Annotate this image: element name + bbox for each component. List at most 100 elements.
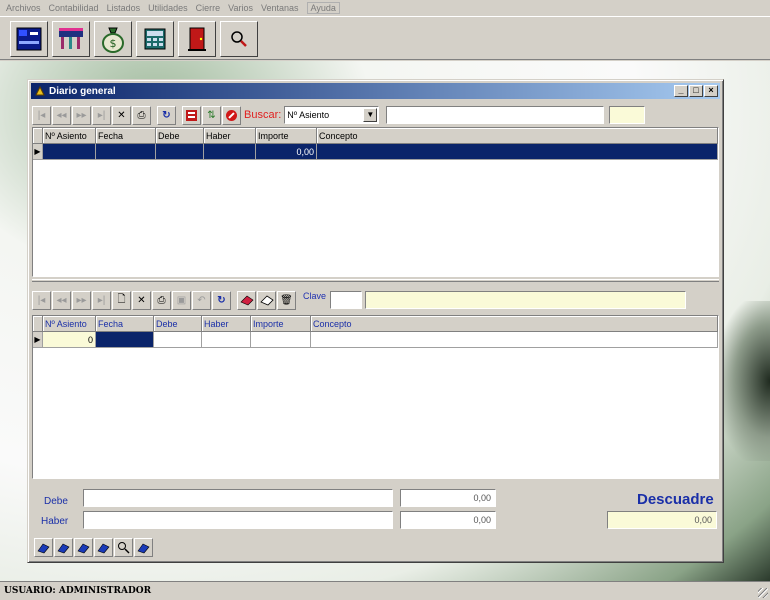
undo-icon: ↶ bbox=[197, 294, 206, 306]
detail-next-button[interactable]: ▸▸ bbox=[72, 290, 91, 310]
cell-concepto[interactable] bbox=[317, 144, 718, 160]
trash-button[interactable]: 🗑 bbox=[277, 290, 296, 310]
col-asiento[interactable]: Nº Asiento bbox=[43, 128, 96, 144]
splitter[interactable] bbox=[32, 279, 719, 282]
tool-button-2[interactable] bbox=[54, 538, 73, 557]
menu-cierre[interactable]: Cierre bbox=[196, 3, 221, 13]
stop-icon bbox=[226, 109, 237, 121]
menu-archivos[interactable]: Archivos bbox=[6, 3, 41, 13]
col-asiento[interactable]: Nº Asiento bbox=[43, 316, 96, 332]
detail-grid: Nº Asiento Fecha Debe Haber Importe Conc… bbox=[32, 315, 719, 479]
refresh-button[interactable]: ↻ bbox=[157, 105, 176, 125]
last-icon: ▸| bbox=[97, 294, 106, 306]
debe-total-field[interactable]: 0,00 bbox=[400, 489, 496, 507]
detail-delete-button[interactable]: ✕ bbox=[132, 290, 151, 310]
delete-x-icon: ✕ bbox=[137, 294, 146, 306]
prior-record-button[interactable]: ◂◂ bbox=[52, 105, 71, 125]
detail-refresh-button[interactable]: ↻ bbox=[212, 290, 231, 310]
menu-ayuda[interactable]: Ayuda bbox=[306, 2, 340, 14]
key-description-input[interactable] bbox=[365, 291, 687, 309]
debe-account-field[interactable] bbox=[83, 489, 393, 507]
dropdown-arrow-icon[interactable]: ▼ bbox=[363, 108, 378, 122]
cell-debe[interactable] bbox=[156, 144, 204, 160]
cell-haber[interactable] bbox=[202, 332, 251, 348]
search-input[interactable] bbox=[386, 106, 605, 124]
accounts-button[interactable] bbox=[10, 20, 48, 57]
menu-ventanas[interactable]: Ventanas bbox=[261, 3, 299, 13]
print-button[interactable]: ⎙ bbox=[132, 105, 151, 125]
exit-button[interactable] bbox=[178, 20, 216, 57]
cell-haber[interactable] bbox=[204, 144, 256, 160]
sort-button[interactable]: ⇅ bbox=[202, 105, 221, 125]
detail-indicator-column bbox=[33, 316, 43, 332]
tool-button-1[interactable] bbox=[34, 538, 53, 557]
clear-button[interactable] bbox=[257, 290, 276, 310]
menu-contabilidad[interactable]: Contabilidad bbox=[49, 3, 99, 13]
cell-importe[interactable] bbox=[251, 332, 311, 348]
eraser-button[interactable] bbox=[237, 290, 256, 310]
detail-last-button[interactable]: ▸| bbox=[92, 290, 111, 310]
descuadre-field[interactable]: 0,00 bbox=[607, 511, 717, 529]
status-user: USUARIO: ADMINISTRADOR bbox=[4, 586, 152, 596]
report-button[interactable] bbox=[182, 105, 201, 125]
table-row[interactable]: ▶ 0 bbox=[33, 332, 718, 348]
tool-button-3[interactable] bbox=[74, 538, 93, 557]
col-concepto[interactable]: Concepto bbox=[311, 316, 718, 332]
key-input[interactable] bbox=[330, 291, 363, 309]
window-titlebar[interactable]: Diario general _ □ × bbox=[31, 83, 720, 99]
cell-asiento[interactable]: 0 bbox=[43, 332, 96, 348]
edit-pen-icon bbox=[37, 543, 50, 553]
cell-asiento[interactable] bbox=[43, 144, 96, 160]
menu-listados[interactable]: Listados bbox=[107, 3, 141, 13]
tool-search-button[interactable] bbox=[114, 538, 133, 557]
refresh-icon: ↻ bbox=[162, 109, 171, 121]
cell-debe[interactable] bbox=[154, 332, 202, 348]
col-concepto[interactable]: Concepto bbox=[317, 128, 718, 144]
col-debe[interactable]: Debe bbox=[156, 128, 204, 144]
next-record-button[interactable]: ▸▸ bbox=[72, 105, 91, 125]
calculator-button[interactable] bbox=[136, 20, 174, 57]
haber-account-field[interactable] bbox=[83, 511, 393, 529]
key-label: Clave bbox=[303, 291, 327, 301]
search-field-select[interactable]: Nº Asiento ▼ bbox=[284, 106, 380, 124]
col-importe[interactable]: Importe bbox=[251, 316, 311, 332]
detail-prior-button[interactable]: ◂◂ bbox=[52, 290, 71, 310]
detail-save-button[interactable]: ▣ bbox=[172, 290, 191, 310]
close-button[interactable]: × bbox=[704, 85, 718, 97]
search-extra-input[interactable] bbox=[609, 106, 646, 124]
col-importe[interactable]: Importe bbox=[256, 128, 317, 144]
menu-varios[interactable]: Varios bbox=[228, 3, 253, 13]
haber-total-field[interactable]: 0,00 bbox=[400, 511, 496, 529]
cell-importe[interactable]: 0,00 bbox=[256, 144, 317, 160]
cell-fecha[interactable] bbox=[96, 332, 154, 348]
accounts-icon bbox=[16, 27, 42, 50]
col-fecha[interactable]: Fecha bbox=[96, 316, 154, 332]
trash-icon: 🗑 bbox=[280, 294, 293, 306]
cell-fecha[interactable] bbox=[96, 144, 156, 160]
col-fecha[interactable]: Fecha bbox=[96, 128, 156, 144]
tool-button-5[interactable] bbox=[134, 538, 153, 557]
col-debe[interactable]: Debe bbox=[154, 316, 202, 332]
col-haber[interactable]: Haber bbox=[204, 128, 256, 144]
delete-record-button[interactable]: ✕ bbox=[112, 105, 131, 125]
last-record-button[interactable]: ▸| bbox=[92, 105, 111, 125]
tool-button-4[interactable] bbox=[94, 538, 113, 557]
col-haber[interactable]: Haber bbox=[202, 316, 251, 332]
cell-concepto[interactable] bbox=[311, 332, 718, 348]
row-pointer-icon: ▶ bbox=[33, 144, 43, 160]
detail-undo-button[interactable]: ↶ bbox=[192, 290, 211, 310]
detail-navigator: |◂ ◂◂ ▸▸ ▸| 🗋 ✕ ⎙ ▣ ↶ ↻ 🗑 Clave bbox=[32, 288, 719, 312]
search-button[interactable] bbox=[220, 20, 258, 57]
money-bag-button[interactable]: $ bbox=[94, 20, 132, 57]
detail-first-button[interactable]: |◂ bbox=[32, 290, 51, 310]
minimize-button[interactable]: _ bbox=[674, 85, 688, 97]
detail-new-button[interactable]: 🗋 bbox=[112, 290, 131, 310]
resize-grip[interactable] bbox=[758, 588, 768, 598]
journal-button[interactable] bbox=[52, 20, 90, 57]
maximize-button[interactable]: □ bbox=[689, 85, 703, 97]
stop-filter-button[interactable] bbox=[222, 105, 241, 125]
first-record-button[interactable]: |◂ bbox=[32, 105, 51, 125]
table-row[interactable]: ▶ 0,00 bbox=[33, 144, 718, 160]
detail-print-button[interactable]: ⎙ bbox=[152, 290, 171, 310]
menu-utilidades[interactable]: Utilidades bbox=[148, 3, 188, 13]
